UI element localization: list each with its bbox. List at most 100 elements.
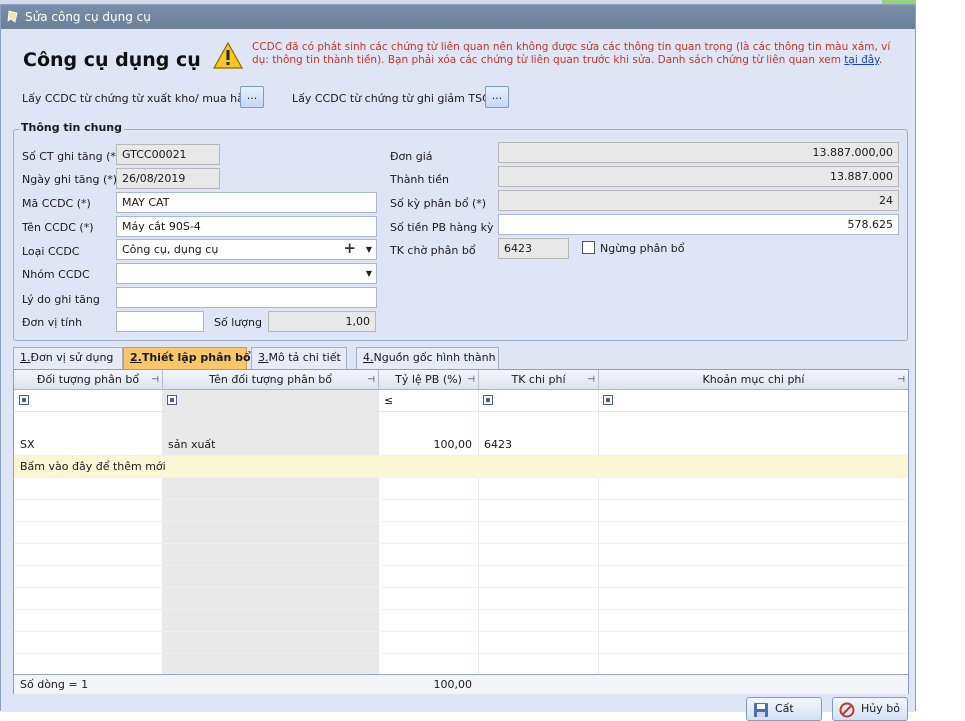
date-label: Ngày ghi tăng (*) bbox=[22, 173, 118, 186]
filter-row: ≤ bbox=[14, 390, 908, 412]
cancel-button[interactable]: Hủy bỏ bbox=[832, 697, 908, 721]
col-header-label: TK chi phí bbox=[511, 373, 566, 386]
page-title: Công cụ dụng cụ bbox=[23, 49, 201, 71]
add-new-row[interactable]: Bấm vào đây để thêm mới bbox=[14, 456, 908, 478]
stop-allocation-checkbox[interactable] bbox=[582, 241, 595, 254]
tab-allocation-setup[interactable]: 2.Thiết lập phân bổ bbox=[123, 347, 251, 369]
empty-row bbox=[14, 588, 908, 610]
col-header-object-name[interactable]: Tên đối tượng phân bổ ⊣ bbox=[163, 370, 379, 390]
date-field[interactable]: 26/08/2019 bbox=[116, 168, 220, 189]
tab-usage-units[interactable]: 1.Đơn vị sử dụng bbox=[13, 347, 123, 369]
price-field[interactable]: 13.887.000,00 bbox=[498, 142, 899, 163]
chevron-down-icon[interactable]: ▼ bbox=[366, 264, 372, 283]
pin-icon[interactable]: ⊣ bbox=[467, 371, 475, 390]
cell-expense-item[interactable] bbox=[598, 434, 610, 456]
related-vouchers-link[interactable]: tại đây bbox=[844, 54, 879, 66]
plus-icon[interactable]: + bbox=[343, 240, 356, 258]
table-row[interactable]: SX sản xuất 100,00 6423 bbox=[14, 434, 908, 456]
type-label: Loại CCDC bbox=[22, 245, 80, 258]
empty-row bbox=[14, 544, 908, 566]
filter-icon[interactable] bbox=[19, 395, 29, 405]
warning-end: . bbox=[878, 54, 883, 66]
add-new-label[interactable]: Bấm vào đây để thêm mới bbox=[14, 456, 172, 478]
tab-num: 3. bbox=[258, 351, 269, 364]
pin-icon[interactable]: ⊣ bbox=[151, 371, 159, 390]
pin-icon[interactable]: ⊣ bbox=[897, 371, 905, 390]
chevron-down-icon[interactable]: ▼ bbox=[366, 240, 372, 259]
filter-icon[interactable] bbox=[167, 395, 177, 405]
reason-field[interactable] bbox=[116, 287, 377, 308]
name-field[interactable]: Máy cắt 90S-4 bbox=[116, 216, 377, 237]
amount-label: Thành tiền bbox=[390, 173, 449, 186]
amount-field[interactable]: 13.887.000 bbox=[498, 166, 899, 187]
col-header-expense-item[interactable]: Khoản mục chi phí ⊣ bbox=[599, 370, 908, 390]
voucher-no-field[interactable]: GTCC00021 bbox=[116, 144, 220, 165]
per-period-field[interactable]: 578.625 bbox=[498, 214, 899, 235]
group-select[interactable]: ▼ bbox=[116, 263, 377, 284]
tab-label: Mô tả chi tiết bbox=[268, 351, 341, 364]
allocation-grid: Đối tượng phân bổ ⊣ Tên đối tượng phân bổ… bbox=[13, 369, 909, 694]
tab-origin[interactable]: 4.Nguồn gốc hình thành bbox=[356, 347, 499, 369]
cancel-icon bbox=[839, 702, 855, 718]
filter-operator[interactable]: ≤ bbox=[378, 390, 399, 412]
tab-num: 2. bbox=[130, 351, 142, 364]
save-label: Cất bbox=[775, 702, 794, 715]
qty-field[interactable]: 1,00 bbox=[268, 311, 376, 332]
filter-icon[interactable] bbox=[483, 395, 493, 405]
grid-footer: Số dòng = 1 100,00 bbox=[14, 674, 908, 694]
form-content: Công cụ dụng cụ CCDC đã có phát sinh các… bbox=[1, 29, 915, 721]
grid-header: Đối tượng phân bổ ⊣ Tên đối tượng phân bổ… bbox=[14, 370, 908, 390]
col-header-expense-account[interactable]: TK chi phí ⊣ bbox=[479, 370, 599, 390]
type-select[interactable]: Công cụ, dụng cụ + ▼ bbox=[116, 239, 377, 260]
price-label: Đơn giá bbox=[390, 150, 433, 163]
ratio-total: 100,00 bbox=[433, 678, 473, 691]
col-header-label: Đối tượng phân bổ bbox=[36, 373, 140, 386]
tab-label: Nguồn gốc hình thành bbox=[373, 351, 496, 364]
title-bar: Sửa công cụ dụng cụ bbox=[1, 5, 915, 29]
empty-row bbox=[14, 522, 908, 544]
unit-label: Đơn vị tính bbox=[22, 316, 83, 329]
cell-object[interactable]: SX bbox=[14, 434, 41, 456]
general-info-title: Thông tin chung bbox=[19, 121, 125, 134]
empty-row bbox=[14, 610, 908, 632]
account-field[interactable]: 6423 bbox=[498, 238, 569, 259]
cell-ratio[interactable]: 100,00 bbox=[378, 434, 478, 456]
code-field[interactable]: MAY CAT bbox=[116, 192, 377, 213]
save-button[interactable]: Cất bbox=[746, 697, 822, 721]
filter-icon[interactable] bbox=[603, 395, 613, 405]
from-reduce-button[interactable]: ... bbox=[485, 86, 509, 108]
save-icon bbox=[754, 703, 768, 717]
col-header-label: Tỷ lệ PB (%) bbox=[395, 373, 462, 386]
account-label: TK chờ phân bổ bbox=[390, 244, 476, 257]
empty-row bbox=[14, 632, 908, 654]
per-period-label: Số tiền PB hàng kỳ bbox=[390, 221, 494, 234]
cell-object-name: sản xuất bbox=[168, 438, 216, 451]
warning-message: CCDC đã có phát sinh các chứng từ liên q… bbox=[252, 41, 902, 67]
from-reduce-label: Lấy CCDC từ chứng từ ghi giảm TSCĐ bbox=[292, 92, 499, 105]
from-voucher-label: Lấy CCDC từ chứng từ xuất kho/ mua hàng bbox=[22, 92, 258, 105]
voucher-no-label: Số CT ghi tăng (*) bbox=[22, 150, 121, 163]
app-icon bbox=[7, 10, 18, 23]
tab-num: 4. bbox=[363, 351, 374, 364]
type-value: Công cụ, dụng cụ bbox=[122, 243, 219, 256]
col-header-object[interactable]: Đối tượng phân bổ ⊣ bbox=[14, 370, 163, 390]
qty-label: Số lượng bbox=[214, 316, 262, 329]
tab-label: Đơn vị sử dụng bbox=[30, 351, 114, 364]
pin-icon[interactable]: ⊣ bbox=[587, 371, 595, 390]
pin-icon[interactable]: ⊣ bbox=[367, 371, 375, 390]
cell-account[interactable]: 6423 bbox=[478, 434, 518, 456]
reason-label: Lý do ghi tăng bbox=[22, 293, 100, 306]
col-header-label: Khoản mục chi phí bbox=[702, 373, 805, 386]
unit-field[interactable] bbox=[116, 311, 204, 332]
tab-num: 1. bbox=[20, 351, 31, 364]
col-header-ratio[interactable]: Tỷ lệ PB (%) ⊣ bbox=[379, 370, 479, 390]
col-header-label: Tên đối tượng phân bổ bbox=[208, 373, 332, 386]
periods-field[interactable]: 24 bbox=[498, 190, 899, 211]
from-voucher-button[interactable]: ... bbox=[240, 86, 264, 108]
window-title: Sửa công cụ dụng cụ bbox=[25, 10, 151, 24]
name-label: Tên CCDC (*) bbox=[22, 221, 94, 234]
empty-row bbox=[14, 566, 908, 588]
tab-details[interactable]: 3.Mô tả chi tiết bbox=[251, 347, 347, 369]
tab-label: Thiết lập phân bổ bbox=[141, 351, 251, 364]
empty-row bbox=[14, 478, 908, 500]
